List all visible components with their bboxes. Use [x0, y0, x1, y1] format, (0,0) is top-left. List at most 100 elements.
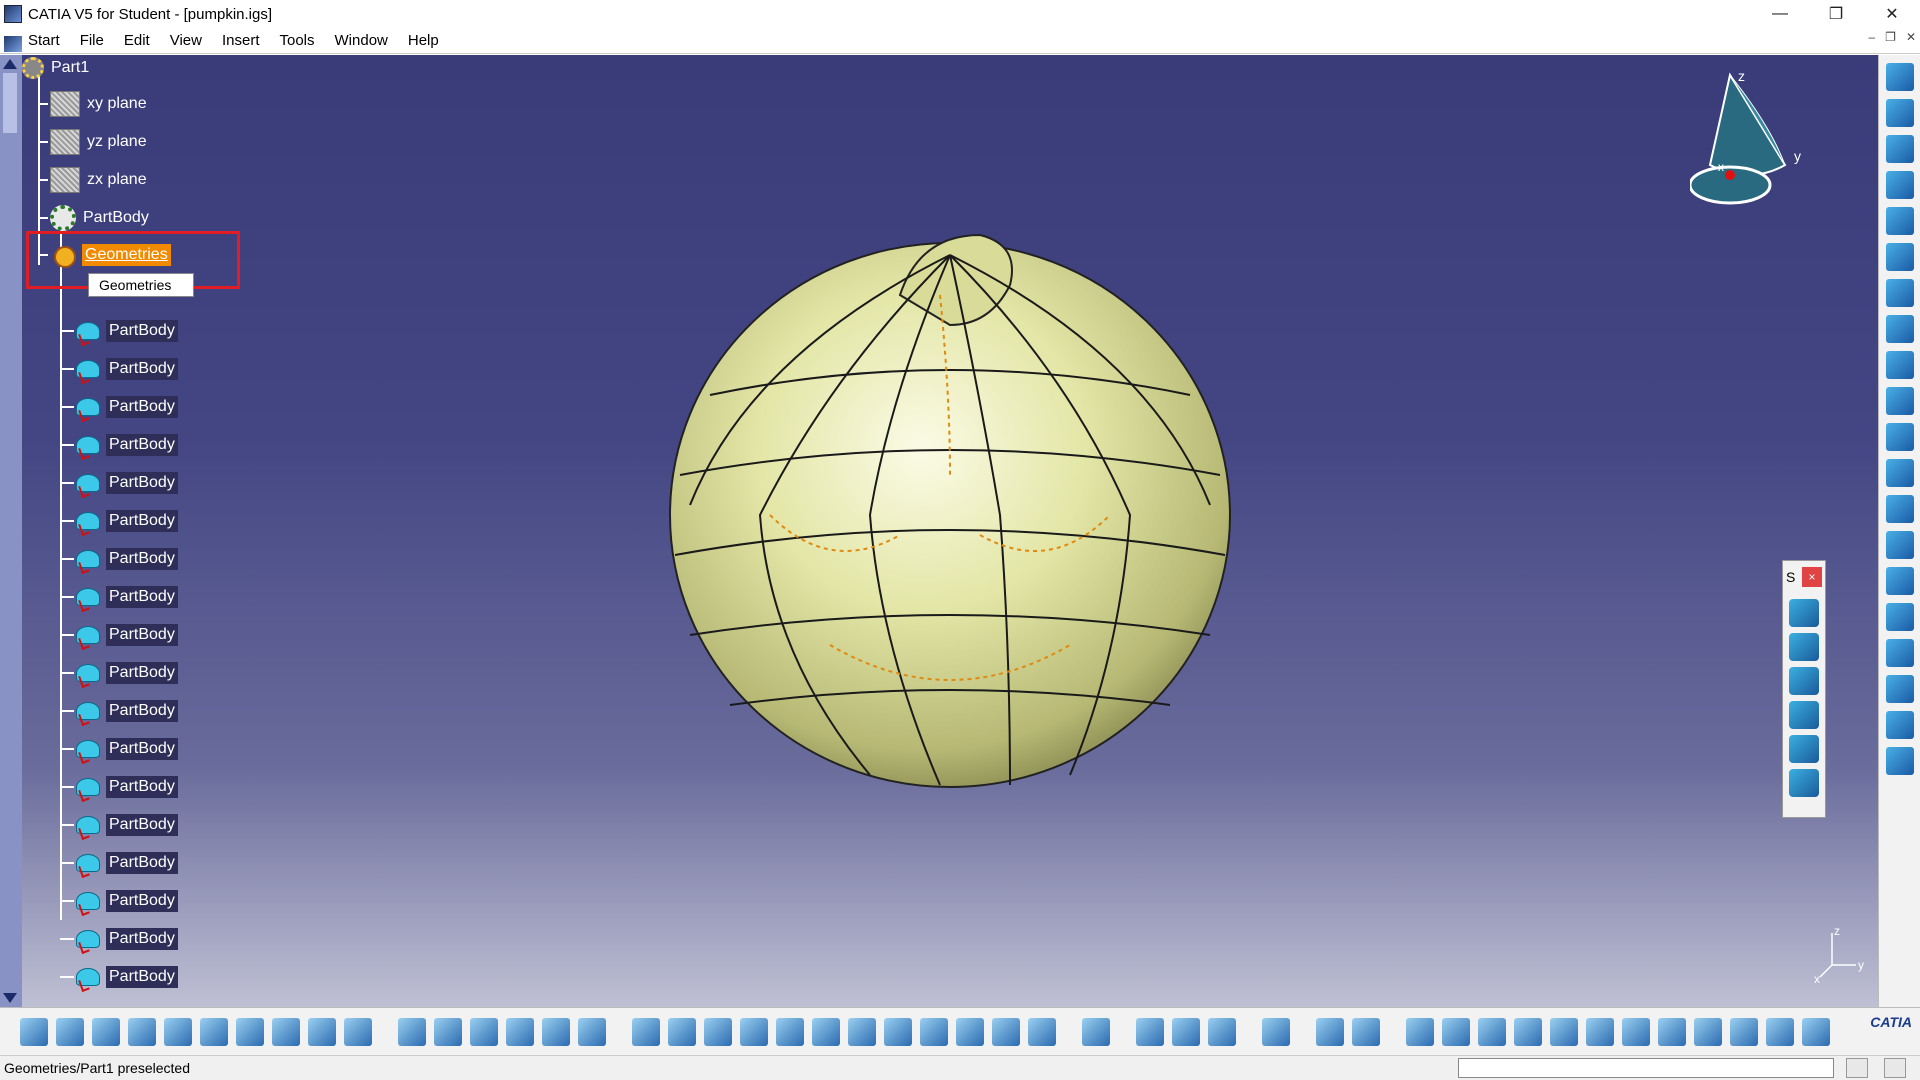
3d-viewport[interactable]: Part1 xy plane yz plane zx plane PartBod…	[0, 55, 1878, 1007]
doc-restore-button[interactable]: ❐	[1885, 30, 1896, 44]
3d-compass[interactable]: z y x	[1690, 65, 1820, 215]
redo-icon[interactable]	[308, 1017, 336, 1046]
plane-tool-icon[interactable]	[1885, 279, 1914, 307]
multi-view-icon[interactable]	[884, 1017, 912, 1046]
projection-icon[interactable]	[1885, 315, 1914, 343]
knowledge-icon[interactable]	[434, 1017, 462, 1046]
copy-icon[interactable]	[200, 1017, 228, 1046]
print-icon[interactable]	[128, 1017, 156, 1046]
scroll-down-arrow[interactable]	[3, 993, 17, 1003]
analysis-icon[interactable]	[1885, 747, 1914, 775]
pumpkin-3d-model[interactable]	[650, 175, 1250, 795]
save-icon[interactable]	[92, 1017, 120, 1046]
spline-icon[interactable]	[1885, 459, 1914, 487]
tree-node-child-partbody[interactable]: PartBody	[60, 508, 178, 534]
menu-edit[interactable]: Edit	[114, 32, 160, 49]
sweep-icon[interactable]	[1789, 667, 1819, 695]
catalog-icon[interactable]	[1082, 1017, 1110, 1046]
menu-start[interactable]: Start	[0, 32, 70, 52]
tree-scrollbar[interactable]	[0, 55, 22, 1007]
intersection-icon[interactable]	[1885, 351, 1914, 379]
restore-button[interactable]: ❐	[1808, 0, 1864, 28]
formula-icon[interactable]	[398, 1017, 426, 1046]
fillet-icon[interactable]	[1885, 603, 1914, 631]
tree-node-child-partbody[interactable]: PartBody	[60, 584, 178, 610]
point-icon[interactable]	[1885, 207, 1914, 235]
paste-icon[interactable]	[236, 1017, 264, 1046]
tree-node-child-partbody[interactable]: PartBody	[60, 432, 178, 458]
open-icon[interactable]	[56, 1017, 84, 1046]
hand-icon[interactable]	[1442, 1017, 1470, 1046]
shading-icon[interactable]	[956, 1017, 984, 1046]
scroll-thumb[interactable]	[3, 73, 17, 133]
offset-icon[interactable]	[1885, 387, 1914, 415]
tree-node-part1[interactable]: Part1	[22, 55, 92, 81]
tree-node-child-partbody[interactable]: PartBody	[60, 964, 178, 990]
sketcher-icon[interactable]	[1885, 171, 1914, 199]
tree-node-child-partbody[interactable]: PartBody	[60, 812, 178, 838]
tree-node-child-partbody[interactable]: PartBody	[60, 470, 178, 496]
undo-icon[interactable]	[272, 1017, 300, 1046]
revolve-icon[interactable]	[1789, 633, 1819, 661]
join-icon[interactable]	[1885, 531, 1914, 559]
law-icon[interactable]	[1885, 711, 1914, 739]
heal-icon[interactable]	[1730, 1017, 1758, 1046]
body-tool-icon[interactable]	[1352, 1017, 1380, 1046]
menu-insert[interactable]: Insert	[212, 32, 270, 49]
table-icon[interactable]	[506, 1017, 534, 1046]
tree-node-child-partbody[interactable]: PartBody	[60, 622, 178, 648]
measure-icon[interactable]	[542, 1017, 570, 1046]
cut-icon[interactable]	[164, 1017, 192, 1046]
menu-tools[interactable]: Tools	[269, 32, 324, 49]
toolbar-close-button[interactable]: ×	[1802, 567, 1822, 587]
axis-system-icon[interactable]	[1478, 1017, 1506, 1046]
helix-icon[interactable]	[1885, 495, 1914, 523]
tree-node-child-partbody[interactable]: PartBody	[60, 356, 178, 382]
doc-close-button[interactable]: ✕	[1906, 30, 1916, 44]
extrude-icon[interactable]	[1789, 599, 1819, 627]
boundary-icon[interactable]	[1658, 1017, 1686, 1046]
status-button-2[interactable]	[1884, 1058, 1906, 1078]
fit-all-icon[interactable]	[668, 1017, 696, 1046]
zoom-in-icon[interactable]	[776, 1017, 804, 1046]
measure-inertia-icon[interactable]	[1208, 1017, 1236, 1046]
line-icon[interactable]	[1885, 243, 1914, 271]
blend-icon[interactable]	[1789, 769, 1819, 797]
tree-node-child-partbody[interactable]: PartBody	[60, 926, 178, 952]
tree-node-child-partbody[interactable]: PartBody	[60, 546, 178, 572]
ordered-set-icon[interactable]	[1514, 1017, 1542, 1046]
menu-window[interactable]: Window	[325, 32, 398, 49]
tree-node-child-partbody[interactable]: PartBody	[60, 394, 178, 420]
circle-icon[interactable]	[1885, 423, 1914, 451]
split-icon[interactable]	[1885, 567, 1914, 595]
analysis-tool-icon[interactable]	[1802, 1017, 1830, 1046]
tree-node-yz-plane[interactable]: yz plane	[38, 129, 150, 155]
swap-space-icon[interactable]	[1028, 1017, 1056, 1046]
normal-view-icon[interactable]	[848, 1017, 876, 1046]
power-input-field[interactable]	[1458, 1058, 1834, 1078]
pan-icon[interactable]	[704, 1017, 732, 1046]
disassemble-icon[interactable]	[1694, 1017, 1722, 1046]
close-button[interactable]: ✕	[1864, 0, 1920, 28]
measure-item-icon[interactable]	[1172, 1017, 1200, 1046]
workbench-icon[interactable]	[1885, 63, 1914, 91]
extract-icon[interactable]	[1622, 1017, 1650, 1046]
doc-minimize-button[interactable]: –	[1868, 30, 1875, 44]
tree-node-child-partbody[interactable]: PartBody	[60, 736, 178, 762]
zoom-out-icon[interactable]	[812, 1017, 840, 1046]
menu-help[interactable]: Help	[398, 32, 449, 49]
fly-icon[interactable]	[632, 1017, 660, 1046]
whats-this-icon[interactable]	[344, 1017, 372, 1046]
measure-between-icon[interactable]	[1136, 1017, 1164, 1046]
tree-node-child-partbody[interactable]: PartBody	[60, 318, 178, 344]
tree-node-child-partbody[interactable]: PartBody	[60, 850, 178, 876]
parameter-icon[interactable]	[470, 1017, 498, 1046]
status-button-1[interactable]	[1846, 1058, 1868, 1078]
boolean-icon[interactable]	[1316, 1017, 1344, 1046]
extrapolate-icon[interactable]	[1885, 675, 1914, 703]
hide-show-icon[interactable]	[992, 1017, 1020, 1046]
tree-node-child-partbody[interactable]: PartBody	[60, 660, 178, 686]
select-icon[interactable]	[1885, 99, 1914, 127]
tree-node-zx-plane[interactable]: zx plane	[38, 167, 150, 193]
capture-icon[interactable]	[1262, 1017, 1290, 1046]
